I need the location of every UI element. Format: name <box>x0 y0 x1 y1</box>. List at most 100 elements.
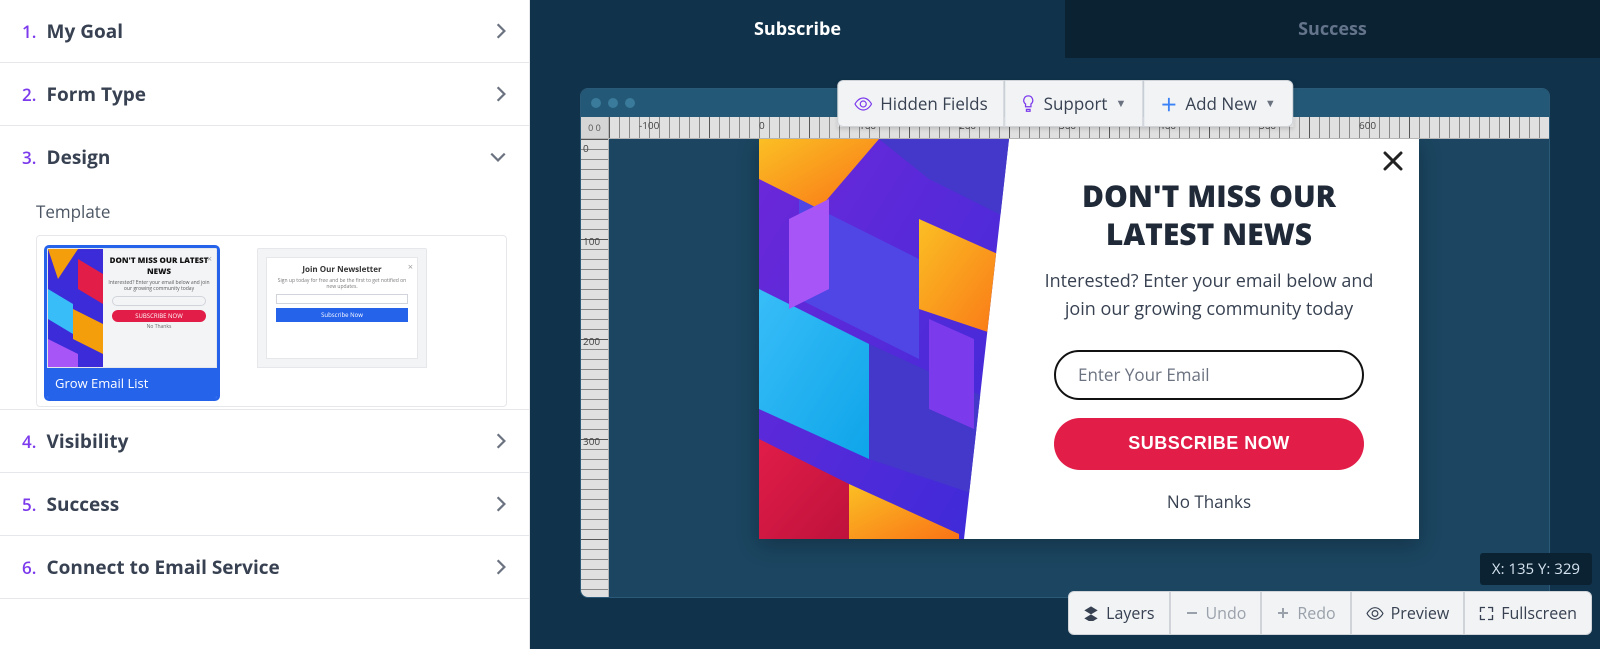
preview-button[interactable]: Preview <box>1351 591 1465 635</box>
step-label: Design <box>47 144 111 170</box>
template-thumbnail: × Join Our Newsletter Sign up today for … <box>257 248 427 368</box>
canvas-area: Subscribe Success Hidden Fields Support … <box>530 0 1600 649</box>
support-button[interactable]: Support ▼ <box>1005 80 1144 127</box>
geometric-art-icon <box>48 249 103 368</box>
undo-button[interactable]: Undo <box>1170 591 1262 635</box>
button-label: Fullscreen <box>1501 602 1577 624</box>
step-number: 2. <box>22 83 36 106</box>
caret-down-icon: ▼ <box>1265 96 1276 111</box>
bottom-toolbar: Layers Undo Redo Preview Fullscreen <box>1068 591 1592 635</box>
step-number: 6. <box>22 556 36 579</box>
eye-icon <box>1366 607 1384 620</box>
step-label: Visibility <box>47 428 129 454</box>
chevron-right-icon <box>495 558 507 576</box>
button-label: Undo <box>1206 602 1247 624</box>
step-label: Form Type <box>47 81 146 107</box>
ruler-label: 100 <box>583 234 600 248</box>
editor-toolbar: Hidden Fields Support ▼ ＋ Add New ▼ <box>837 80 1293 127</box>
design-stage[interactable]: DON'T MISS OUR LATEST NEWS Interested? E… <box>609 139 1549 597</box>
email-field[interactable]: Enter Your Email <box>1054 350 1364 400</box>
close-icon[interactable] <box>1381 149 1405 173</box>
template-card-join-newsletter[interactable]: × Join Our Newsletter Sign up today for … <box>257 248 427 398</box>
step-label: Connect to Email Service <box>47 554 280 580</box>
button-label: Add New <box>1185 92 1257 115</box>
button-label: Preview <box>1391 602 1450 624</box>
template-label: Template <box>36 200 507 223</box>
button-label: Redo <box>1297 602 1335 624</box>
add-new-button[interactable]: ＋ Add New ▼ <box>1143 80 1292 127</box>
template-thumbnail: × DON'T MISS OUR LATEST NEWS Interested?… <box>47 248 217 368</box>
caret-down-icon: ▼ <box>1115 96 1126 111</box>
tab-subscribe[interactable]: Subscribe <box>530 0 1065 58</box>
thumb-button: SUBSCRIBE NOW <box>112 310 205 322</box>
template-card-grow-email-list[interactable]: × DON'T MISS OUR LATEST NEWS Interested?… <box>47 248 217 398</box>
chevron-right-icon <box>495 432 507 450</box>
sidebar-item-design[interactable]: 3. Design Template <box>0 126 529 410</box>
ruler-label: -100 <box>639 118 659 132</box>
step-number: 3. <box>22 146 36 169</box>
thumb-input <box>276 294 407 304</box>
button-label: Hidden Fields <box>880 92 987 115</box>
preview-window: Popup 0 0 -100 0 100 200 300 400 500 600 <box>580 88 1550 598</box>
step-label: My Goal <box>47 18 123 44</box>
thumb-title: Join Our Newsletter <box>273 264 411 275</box>
popup-body[interactable]: Interested? Enter your email below and j… <box>1027 268 1391 324</box>
chevron-right-icon <box>495 495 507 513</box>
redo-button[interactable]: Redo <box>1261 591 1350 635</box>
input-placeholder: Enter Your Email <box>1078 363 1210 386</box>
sidebar-item-success[interactable]: 5. Success <box>0 473 529 536</box>
chevron-right-icon <box>495 22 507 40</box>
template-caption: Grow Email List <box>47 368 217 398</box>
subscribe-button[interactable]: SUBSCRIBE NOW <box>1054 418 1364 470</box>
thumb-subtitle: Sign up today for free and be the first … <box>273 278 411 290</box>
thumb-subtitle: Interested? Enter your email below and j… <box>106 280 212 292</box>
no-thanks-link[interactable]: No Thanks <box>1167 490 1251 513</box>
ruler-label: 200 <box>583 334 600 348</box>
sidebar-item-visibility[interactable]: 4. Visibility <box>0 410 529 473</box>
ruler-label: 0 <box>759 118 765 132</box>
close-icon: × <box>408 260 413 273</box>
step-number: 1. <box>22 20 36 43</box>
chevron-right-icon <box>495 85 507 103</box>
ruler-origin: 0 0 <box>581 117 609 139</box>
ruler-label: 0 <box>583 141 589 155</box>
sidebar-item-my-goal[interactable]: 1. My Goal <box>0 0 529 63</box>
ruler-label: 300 <box>583 434 600 448</box>
plus-icon <box>1276 606 1290 620</box>
workspace: Popup 0 0 -100 0 100 200 300 400 500 600 <box>530 58 1600 649</box>
popup-headline[interactable]: DON'T MISS OUR LATEST NEWS <box>1027 177 1391 252</box>
ruler-vertical[interactable]: 0 100 200 300 <box>581 139 609 597</box>
popup-artwork <box>759 139 1009 539</box>
chevron-down-icon <box>489 151 507 163</box>
button-label: Support <box>1044 92 1108 115</box>
popup-form[interactable]: DON'T MISS OUR LATEST NEWS Interested? E… <box>759 139 1419 539</box>
ruler-label: 600 <box>1359 118 1376 132</box>
settings-sidebar: 1. My Goal 2. Form Type 3. Design Te <box>0 0 530 649</box>
step-number: 4. <box>22 430 36 453</box>
template-grid: × DON'T MISS OUR LATEST NEWS Interested?… <box>36 235 507 407</box>
button-label: Layers <box>1106 602 1154 624</box>
tab-success[interactable]: Success <box>1065 0 1600 58</box>
step-label: Success <box>47 491 120 517</box>
sidebar-item-form-type[interactable]: 2. Form Type <box>0 63 529 126</box>
lightbulb-icon <box>1022 95 1036 113</box>
view-tabs: Subscribe Success <box>530 0 1600 58</box>
popup-content: DON'T MISS OUR LATEST NEWS Interested? E… <box>1009 139 1419 539</box>
cursor-coordinates: X: 135 Y: 329 <box>1480 553 1592 585</box>
layers-button[interactable]: Layers <box>1068 591 1169 635</box>
traffic-light-icon <box>591 98 601 108</box>
thumb-input <box>112 296 205 306</box>
layers-icon <box>1083 605 1099 621</box>
plus-icon: ＋ <box>1160 91 1177 116</box>
hidden-fields-button[interactable]: Hidden Fields <box>837 80 1004 127</box>
thumb-title: DON'T MISS OUR LATEST NEWS <box>106 255 212 277</box>
minus-icon <box>1185 606 1199 620</box>
thumb-button: Subscribe Now <box>276 308 407 322</box>
eye-icon <box>854 97 872 111</box>
design-panel: Template × DON'T <box>0 188 529 409</box>
sidebar-item-connect-email-service[interactable]: 6. Connect to Email Service <box>0 536 529 599</box>
fullscreen-button[interactable]: Fullscreen <box>1464 591 1592 635</box>
expand-icon <box>1479 606 1494 621</box>
geometric-art-icon <box>759 139 1009 539</box>
step-number: 5. <box>22 493 36 516</box>
